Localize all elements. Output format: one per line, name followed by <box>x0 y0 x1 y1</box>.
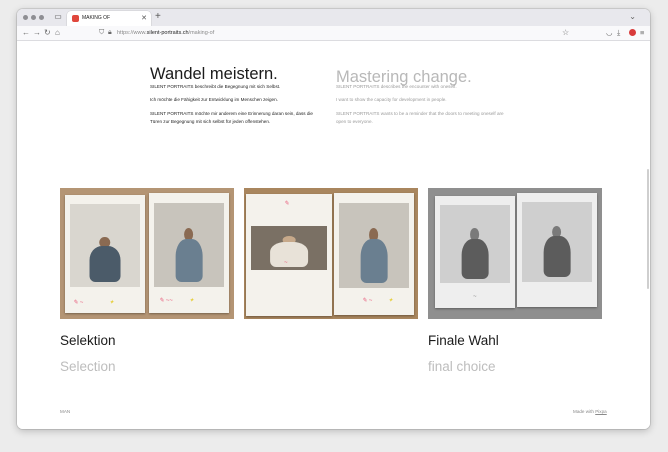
text-de-3: SILENT PORTRAITS möchte mir anderem eine… <box>150 111 313 124</box>
print-sheet: ~ <box>435 196 515 308</box>
tab-list-icon[interactable]: ▭ <box>52 11 64 23</box>
portrait-frame <box>153 202 225 287</box>
minimize-window-control[interactable] <box>31 15 36 20</box>
nav-toolbar: ← → ↻ ⌂ ⛉ 🔒︎ https://www.silent-portrait… <box>17 26 650 41</box>
tab-title: MAKING OF <box>82 15 111 21</box>
portrait-frame <box>69 204 141 288</box>
print-sheet <box>517 193 597 307</box>
seated-figure <box>270 236 308 267</box>
portrait-frame <box>439 204 511 284</box>
download-icon[interactable]: ⤓ <box>617 27 620 39</box>
zoom-window-control[interactable] <box>39 15 44 20</box>
marker-scribble: ~ <box>473 294 477 300</box>
lock-icon[interactable]: 🔒︎ <box>108 28 112 38</box>
text-en-2: I want to show the capacity for developm… <box>336 97 447 102</box>
caption-final-en: final choice <box>428 359 496 374</box>
scrollbar[interactable] <box>647 169 649 289</box>
back-icon[interactable]: ← <box>22 27 30 39</box>
photo-final-choice[interactable]: ~ <box>428 188 602 319</box>
tab-bar: ▭ MAKING OF ✕ + ⌄ <box>17 9 650 26</box>
footer-credit: Made with Pixpa <box>573 408 607 416</box>
seated-figure <box>89 237 121 283</box>
seated-figure <box>175 227 203 282</box>
print-sheet: ~ ✎ <box>246 194 332 316</box>
marker-scribble: ✦ <box>388 298 394 304</box>
page-content: Wandel meistern. Mastering change. SILEN… <box>17 41 650 429</box>
photo-selection-1[interactable]: ✎ ~ ✦ ✎ ~~ ✦ <box>60 188 234 319</box>
print-sheet: ✎ ~ ✦ <box>334 193 414 315</box>
extension-icon[interactable] <box>629 29 636 36</box>
seated-figure <box>461 228 489 279</box>
print-sheet: ✎ ~~ ✦ <box>149 193 229 313</box>
caption-selection-en: Selection <box>60 359 116 374</box>
chevron-down-icon[interactable]: ⌄ <box>629 12 636 22</box>
text-en-1: SILENT PORTRAITS describes the encounter… <box>336 84 457 89</box>
address-bar[interactable]: ⛉ 🔒︎ https://www.silent-portraits.ch/mak… <box>97 28 567 38</box>
star-icon[interactable]: ☆ <box>562 27 569 39</box>
seated-figure <box>360 228 388 284</box>
url-text[interactable]: https://www.silent-portraits.ch/making-o… <box>117 28 214 38</box>
text-de-1: SILENT PORTRAITS beschreibt die Begegnun… <box>150 84 281 89</box>
text-de-2: Ich möchte die Fähigkeit zur Entwicklung… <box>150 97 278 102</box>
close-window-control[interactable] <box>23 15 28 20</box>
favicon-icon <box>72 15 79 22</box>
marker-scribble: ✎ ~~ <box>159 298 173 304</box>
forward-icon[interactable]: → <box>33 27 41 39</box>
portrait-frame <box>251 225 327 270</box>
marker-scribble: ✦ <box>109 300 115 306</box>
plus-icon[interactable]: + <box>155 11 161 23</box>
text-en-3: SILENT PORTRAITS wants to be a reminder … <box>336 111 504 124</box>
footer-credit-label: Made with <box>573 409 594 414</box>
pocket-icon[interactable]: ◡ <box>606 27 613 39</box>
portrait-frame <box>521 202 593 282</box>
photo-selection-2[interactable]: ~ ✎ ✎ ~ ✦ <box>244 188 418 319</box>
marker-scribble: ✎ ~ <box>362 298 373 304</box>
seated-figure <box>543 226 571 278</box>
caption-final-de: Finale Wahl <box>428 333 499 348</box>
footer-left: MAN <box>60 409 71 414</box>
marker-scribble: ✎ ~ <box>73 300 84 306</box>
reload-icon[interactable]: ↻ <box>44 27 51 39</box>
caption-selection-de: Selektion <box>60 333 116 348</box>
marker-scribble: ~ <box>284 260 288 266</box>
browser-tab[interactable]: MAKING OF ✕ <box>67 11 151 26</box>
close-icon[interactable]: ✕ <box>141 14 147 23</box>
home-icon[interactable]: ⌂ <box>55 27 60 39</box>
browser-window: ▭ MAKING OF ✕ + ⌄ ← → ↻ ⌂ ⛉ 🔒︎ https://w… <box>17 9 650 429</box>
marker-scribble: ✦ <box>189 298 195 304</box>
print-sheet: ✎ ~ ✦ <box>65 195 145 313</box>
pixpa-link[interactable]: Pixpa <box>595 409 607 414</box>
shield-icon[interactable]: ⛉ <box>99 28 104 38</box>
menu-icon[interactable]: ≡ <box>640 27 644 39</box>
portrait-frame <box>338 202 410 289</box>
heading-german: Wandel meistern. <box>150 65 278 84</box>
marker-scribble: ✎ <box>284 201 290 207</box>
